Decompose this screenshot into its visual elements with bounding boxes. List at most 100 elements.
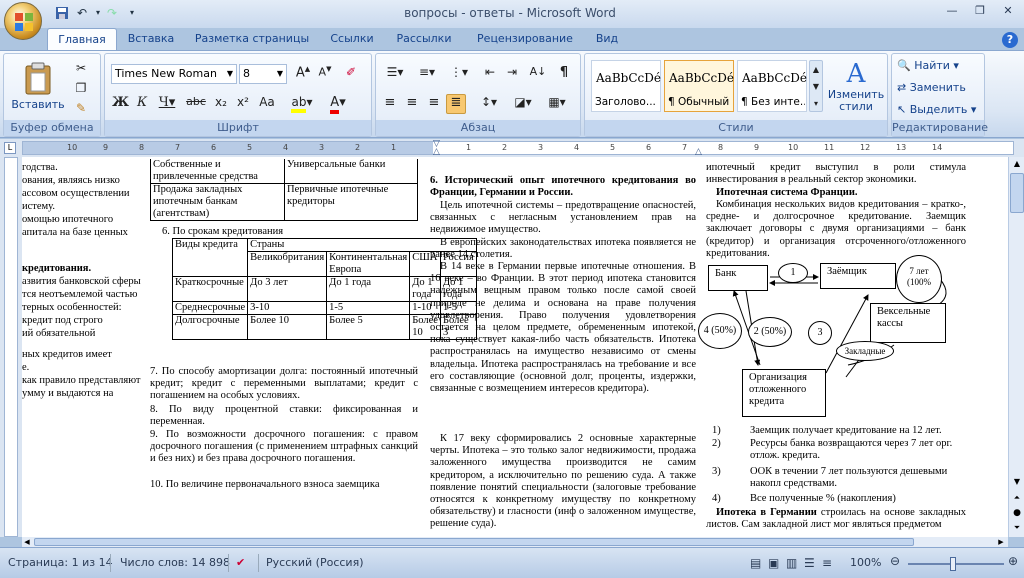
italic-icon[interactable]: К — [133, 94, 151, 114]
style-heading[interactable]: AaBbCcDé Заголово... — [591, 60, 661, 112]
right-indent-icon[interactable]: △ — [695, 147, 702, 157]
shrink-font-icon[interactable]: A▼ — [315, 64, 335, 84]
tab-review[interactable]: Рецензирование — [468, 28, 582, 50]
replace-button[interactable]: ⇄ Заменить — [896, 80, 982, 98]
zoom-slider-track[interactable] — [908, 563, 1004, 565]
scroll-down-icon[interactable]: ▼ — [1010, 475, 1024, 489]
tab-mailings[interactable]: Рассылки — [390, 28, 458, 50]
change-styles-button[interactable]: A Изменить стили — [825, 58, 887, 120]
tab-home[interactable]: Главная — [47, 28, 117, 51]
paste-button[interactable]: Вставить — [10, 58, 66, 118]
show-marks-icon[interactable]: ¶ — [554, 64, 574, 84]
styles-scroll[interactable]: ▲ ▼ ▾ — [809, 60, 823, 112]
style-no-spacing[interactable]: AaBbCcDé ¶ Без инте... — [737, 60, 807, 112]
line-spacing-icon[interactable]: ↕▾ — [474, 94, 504, 114]
ruler-number: 6 — [211, 143, 217, 152]
scroll-right-icon[interactable]: ▶ — [996, 537, 1006, 547]
justify-icon[interactable]: ≣ — [446, 94, 466, 114]
zoom-out-icon[interactable]: ⊖ — [890, 554, 900, 568]
outline-icon[interactable]: ☰ — [804, 556, 815, 570]
full-screen-icon[interactable]: ▣ — [768, 556, 779, 570]
copy-icon[interactable]: ❐ — [72, 80, 90, 96]
find-button[interactable]: 🔍 Найти ▾ — [896, 58, 982, 76]
shading-icon[interactable]: ◪▾ — [508, 94, 538, 114]
align-center-icon[interactable]: ≡ — [402, 94, 422, 114]
next-page-icon[interactable]: ⏷ — [1010, 521, 1024, 535]
multilevel-list-icon[interactable]: ⋮▾ — [444, 64, 474, 84]
minimize-icon[interactable]: — — [938, 2, 966, 20]
tab-insert[interactable]: Вставка — [122, 28, 180, 50]
select-button[interactable]: ↖ Выделить ▾ — [896, 102, 982, 120]
save-icon[interactable] — [54, 5, 70, 21]
list-item: ООК в течении 7 лет пользуются дешевыми … — [750, 466, 948, 490]
align-right-icon[interactable]: ≡ — [424, 94, 444, 114]
align-left-icon[interactable]: ≡ — [380, 94, 400, 114]
draft-icon[interactable]: ≡ — [822, 556, 832, 570]
borders-icon[interactable]: ▦▾ — [542, 94, 572, 114]
office-button[interactable] — [4, 2, 42, 40]
undo-icon[interactable]: ↶ — [74, 5, 90, 21]
select-label: Выделить — [909, 103, 968, 116]
page-count[interactable]: Страница: 1 из 14 — [8, 556, 113, 569]
scroll-thumb[interactable] — [1010, 173, 1024, 213]
close-icon[interactable]: ✕ — [994, 2, 1022, 20]
col1-line: е. — [22, 362, 30, 373]
font-name-combo[interactable]: Times New Roman ▼ — [111, 64, 237, 84]
subscript-icon[interactable]: x₂ — [211, 94, 231, 114]
tab-references[interactable]: Ссылки — [324, 28, 380, 50]
col1-line: истему. — [22, 201, 55, 212]
proofing-icon[interactable]: ✔ — [236, 556, 245, 569]
prev-page-icon[interactable]: ⏶ — [1010, 491, 1024, 505]
bank-box: Банк — [708, 265, 768, 291]
paragraph: ипотечный кредит выступил в роли стимула… — [706, 162, 966, 186]
word-count[interactable]: Число слов: 14 898 — [120, 556, 230, 569]
vertical-ruler[interactable] — [0, 157, 22, 537]
zoom-in-icon[interactable]: ⊕ — [1008, 554, 1018, 568]
numbering-icon[interactable]: ≡▾ — [412, 64, 442, 84]
grow-font-icon[interactable]: A▲ — [293, 64, 313, 84]
font-color-icon[interactable]: A▾ — [323, 94, 353, 114]
strikethrough-icon[interactable]: abc — [185, 94, 207, 114]
bold-icon[interactable]: Ж — [111, 94, 129, 114]
col1-line: ования, являясь низко — [22, 175, 120, 186]
clear-format-icon[interactable]: ✐ — [341, 64, 361, 84]
help-icon[interactable]: ? — [1002, 32, 1018, 48]
ruler-number: 1 — [466, 143, 472, 152]
maximize-icon[interactable]: ❐ — [966, 2, 994, 20]
vertical-scrollbar[interactable]: ▲ ▼ ⏶ ● ⏷ — [1008, 157, 1024, 537]
scroll-up-icon[interactable]: ▲ — [1010, 157, 1024, 171]
print-layout-icon[interactable]: ▤ — [750, 556, 761, 570]
hanging-indent-icon[interactable]: △ — [433, 147, 440, 157]
window-title: вопросы - ответы - Microsoft Word — [404, 6, 616, 20]
bullets-icon[interactable]: ☰▾ — [380, 64, 410, 84]
section-heading: 6. Исторический опыт ипотечного кредитов… — [430, 175, 696, 199]
decrease-indent-icon[interactable]: ⇤ — [480, 64, 500, 84]
format-painter-icon[interactable]: ✎ — [72, 100, 90, 116]
style-normal[interactable]: AaBbCcDé ¶ Обычный — [664, 60, 734, 112]
customize-qat-icon[interactable]: ▾ — [124, 5, 140, 21]
browse-object-icon[interactable]: ● — [1010, 506, 1024, 520]
superscript-icon[interactable]: x² — [233, 94, 253, 114]
tab-view[interactable]: Вид — [592, 28, 622, 50]
redo-icon[interactable]: ↷ — [104, 5, 120, 21]
highlight-icon[interactable]: ab▾ — [287, 94, 317, 114]
list-item: Заемщик получает кредитование на 12 лет. — [750, 425, 942, 436]
tab-page-layout[interactable]: Разметка страницы — [188, 28, 316, 50]
cut-icon[interactable]: ✂ — [72, 60, 90, 76]
tab-selector-icon[interactable]: L — [4, 142, 16, 154]
horizontal-scrollbar[interactable]: ◀ ▶ — [22, 537, 1008, 547]
font-size-combo[interactable]: 8 ▼ — [239, 64, 287, 84]
change-case-icon[interactable]: Aa — [257, 94, 277, 114]
zoom-slider-thumb[interactable] — [950, 557, 956, 571]
hscroll-thumb[interactable] — [34, 538, 914, 546]
zoom-level[interactable]: 100% — [850, 556, 881, 569]
sort-icon[interactable]: A↓ — [528, 64, 548, 84]
underline-icon[interactable]: Ч▾ — [155, 94, 179, 114]
web-layout-icon[interactable]: ▥ — [786, 556, 797, 570]
increase-indent-icon[interactable]: ⇥ — [502, 64, 522, 84]
horizontal-ruler[interactable]: L ▽ △ △ 10 9 8 7 6 5 4 3 2 1 1 2 3 4 5 6… — [0, 139, 1024, 157]
scroll-left-icon[interactable]: ◀ — [22, 537, 32, 547]
language[interactable]: Русский (Россия) — [266, 556, 364, 569]
table-header: Континентальная Европа — [326, 251, 411, 277]
document-page[interactable]: годства. ования, являясь низко ассовом о… — [22, 157, 1008, 537]
